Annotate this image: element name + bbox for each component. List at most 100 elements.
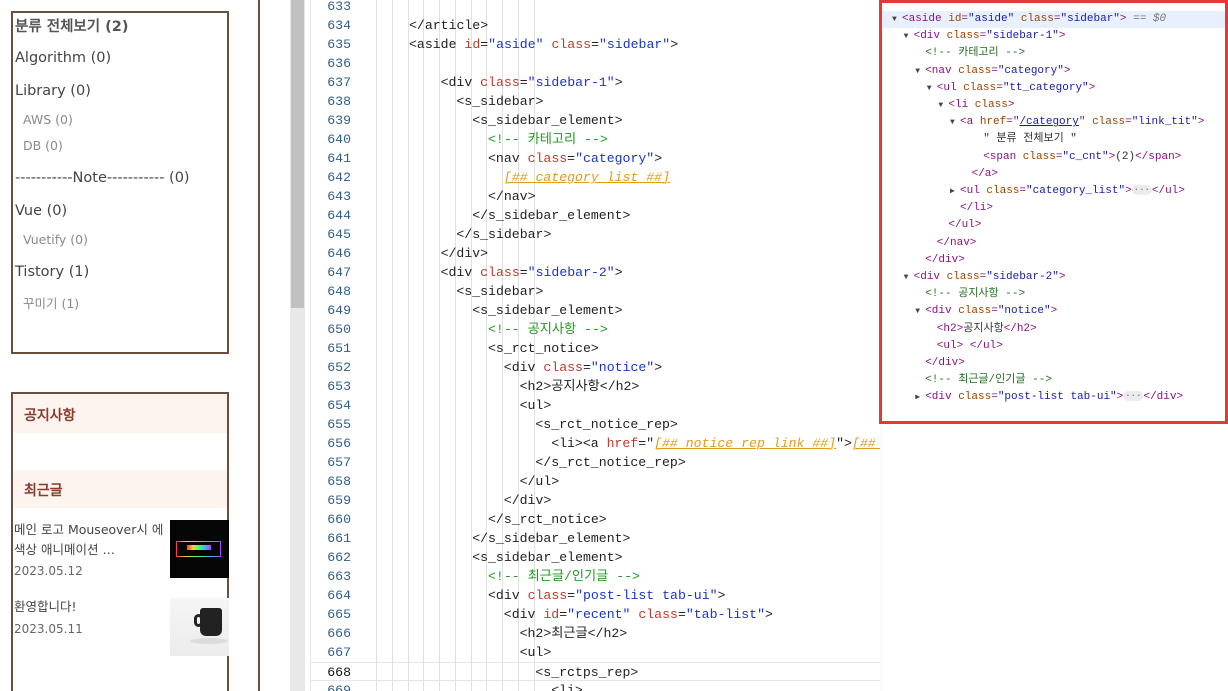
code-text[interactable]: <s_sidebar_element>: [472, 111, 622, 130]
category-note[interactable]: -----------Note----------- (0): [15, 170, 190, 186]
dom-node[interactable]: ▼ <nav class="category">: [882, 63, 1225, 80]
dom-node[interactable]: ▼ <div class="sidebar-2">: [882, 269, 1225, 286]
post-thumbnail[interactable]: [170, 520, 229, 578]
collapse-triangle-icon[interactable]: ▼: [927, 80, 937, 97]
collapse-triangle-icon[interactable]: ▼: [915, 63, 925, 80]
code-text[interactable]: <div class="sidebar-1">: [441, 73, 623, 92]
expand-triangle-icon[interactable]: ▶: [915, 389, 925, 406]
code-text[interactable]: <s_rct_notice>: [488, 339, 599, 358]
code-line[interactable]: 662 <s_sidebar_element>: [311, 548, 883, 567]
dom-node[interactable]: <!-- 최근글/인기글 -->: [882, 372, 1225, 389]
code-text[interactable]: <s_sidebar>: [456, 282, 543, 301]
code-text[interactable]: <s_sidebar>: [456, 92, 543, 111]
code-line[interactable]: 646 </div>: [311, 244, 883, 263]
category-all[interactable]: 분류 전체보기 (2): [15, 15, 128, 36]
dom-node[interactable]: <!-- 공지사항 -->: [882, 286, 1225, 303]
category-decorate[interactable]: 꾸미기 (1): [23, 293, 79, 312]
dom-node[interactable]: <span class="c_cnt">(2)</span>: [882, 149, 1225, 166]
code-line[interactable]: 654 <ul>: [311, 396, 883, 415]
ellipsis-badge[interactable]: ···: [1123, 391, 1144, 402]
code-line[interactable]: 660 </s_rct_notice>: [311, 510, 883, 529]
dom-node[interactable]: </nav>: [882, 235, 1225, 252]
category-vue[interactable]: Vue (0): [15, 203, 67, 219]
code-line[interactable]: 663 <!-- 최근글/인기글 -->: [311, 567, 883, 586]
code-line[interactable]: 637 <div class="sidebar-1">: [311, 73, 883, 92]
dom-node[interactable]: </div>: [882, 252, 1225, 269]
code-line[interactable]: 666 <h2>최근글</h2>: [311, 624, 883, 643]
code-text[interactable]: <div id="recent" class="tab-list">: [504, 605, 773, 624]
code-text[interactable]: <s_sidebar_element>: [472, 548, 622, 567]
code-line[interactable]: 642 [##_category_list_##]: [311, 168, 883, 187]
code-text[interactable]: <li><a href="[##_notice_rep_link_##]">[#…: [551, 434, 883, 453]
recent-post-title[interactable]: 메인 로고 Mouseover시 에 색상 애니메이션 …: [14, 520, 164, 560]
code-line[interactable]: 648 <s_sidebar>: [311, 282, 883, 301]
code-line[interactable]: 636: [311, 54, 883, 73]
code-line[interactable]: 640 <!-- 카테고리 -->: [311, 130, 883, 149]
code-line[interactable]: 649 <s_sidebar_element>: [311, 301, 883, 320]
code-line[interactable]: 669 <li>: [311, 681, 883, 691]
code-text[interactable]: </div>: [441, 244, 488, 263]
category-db[interactable]: DB (0): [23, 138, 63, 153]
code-text[interactable]: <nav class="category">: [488, 149, 662, 168]
dom-node[interactable]: " 분류 전체보기 ": [882, 131, 1225, 148]
collapse-triangle-icon[interactable]: ▼: [904, 28, 914, 45]
dom-node[interactable]: </div>: [882, 355, 1225, 372]
code-line[interactable]: 656 <li><a href="[##_notice_rep_link_##]"…: [311, 434, 883, 453]
code-line[interactable]: 658 </ul>: [311, 472, 883, 491]
dom-node[interactable]: </a>: [882, 166, 1225, 183]
code-text[interactable]: <div class="sidebar-2">: [441, 263, 623, 282]
code-text[interactable]: <aside id="aside" class="sidebar">: [409, 35, 678, 54]
code-text[interactable]: <!-- 최근글/인기글 -->: [488, 567, 640, 586]
code-line[interactable]: 661 </s_sidebar_element>: [311, 529, 883, 548]
expand-triangle-icon[interactable]: ▶: [950, 183, 960, 200]
collapse-triangle-icon[interactable]: ▼: [892, 11, 902, 28]
code-line[interactable]: 659 </div>: [311, 491, 883, 510]
code-line[interactable]: 634 </article>: [311, 16, 883, 35]
code-line[interactable]: 641 <nav class="category">: [311, 149, 883, 168]
code-text[interactable]: [##_category_list_##]: [504, 168, 670, 187]
dom-node[interactable]: ▼ <div class="notice">: [882, 303, 1225, 320]
code-line[interactable]: 644 </s_sidebar_element>: [311, 206, 883, 225]
dom-node[interactable]: ▶ <ul class="category_list"> ··· </ul>: [882, 183, 1225, 200]
code-line[interactable]: 655 <s_rct_notice_rep>: [311, 415, 883, 434]
code-text[interactable]: </s_sidebar_element>: [472, 529, 630, 548]
code-editor[interactable]: 633 634 </article> 635 <aside id="aside" cla…: [311, 0, 883, 691]
code-line[interactable]: 657 </s_rct_notice_rep>: [311, 453, 883, 472]
recent-post-title[interactable]: 환영합니다!: [14, 597, 164, 617]
collapse-triangle-icon[interactable]: ▼: [915, 303, 925, 320]
selected-dom-node[interactable]: ▼ <aside id="aside" class="sidebar"> == $…: [882, 11, 1225, 28]
code-line[interactable]: 645 </s_sidebar>: [311, 225, 883, 244]
code-line[interactable]: 652 <div class="notice">: [311, 358, 883, 377]
code-line[interactable]: 638 <s_sidebar>: [311, 92, 883, 111]
code-text[interactable]: </s_rct_notice>: [488, 510, 607, 529]
collapse-triangle-icon[interactable]: ▼: [938, 97, 948, 114]
editor-scrollbar[interactable]: [290, 0, 305, 691]
dom-node[interactable]: ▶ <div class="post-list tab-ui"> ··· </div>: [882, 389, 1225, 406]
collapse-triangle-icon[interactable]: ▼: [950, 114, 960, 131]
dom-node[interactable]: <ul> </ul>: [882, 338, 1225, 355]
category-tistory[interactable]: Tistory (1): [15, 264, 89, 280]
code-line[interactable]: 667 <ul>: [311, 643, 883, 662]
code-text[interactable]: <h2>최근글</h2>: [520, 624, 628, 643]
code-text[interactable]: </nav>: [488, 187, 535, 206]
dom-node[interactable]: ▼ <li class>: [882, 97, 1225, 114]
code-line[interactable]: 653 <h2>공지사항</h2>: [311, 377, 883, 396]
code-line[interactable]: 633: [311, 0, 883, 16]
code-line[interactable]: 651 <s_rct_notice>: [311, 339, 883, 358]
category-library[interactable]: Library (0): [15, 83, 91, 99]
dom-node[interactable]: ▼ <ul class="tt_category">: [882, 80, 1225, 97]
code-text[interactable]: <h2>공지사항</h2>: [520, 377, 640, 396]
dom-node[interactable]: ▼ <a href="/category" class="link_tit">: [882, 114, 1225, 131]
category-aws[interactable]: AWS (0): [23, 112, 73, 127]
dom-node[interactable]: <h2>공지사항</h2>: [882, 321, 1225, 338]
devtools-elements-panel[interactable]: ▼ <aside id="aside" class="sidebar"> == $…: [879, 0, 1228, 424]
code-text[interactable]: <s_rctps_rep>: [535, 663, 638, 682]
code-text[interactable]: <ul>: [520, 396, 552, 415]
code-line[interactable]: 635 <aside id="aside" class="sidebar">: [311, 35, 883, 54]
collapse-triangle-icon[interactable]: ▼: [904, 269, 914, 286]
code-text[interactable]: </div>: [504, 491, 551, 510]
code-line[interactable]: 664 <div class="post-list tab-ui">: [311, 586, 883, 605]
code-text[interactable]: </s_sidebar>: [456, 225, 551, 244]
dom-node[interactable]: ▼ <div class="sidebar-1">: [882, 28, 1225, 45]
ellipsis-badge[interactable]: ···: [1131, 185, 1152, 195]
